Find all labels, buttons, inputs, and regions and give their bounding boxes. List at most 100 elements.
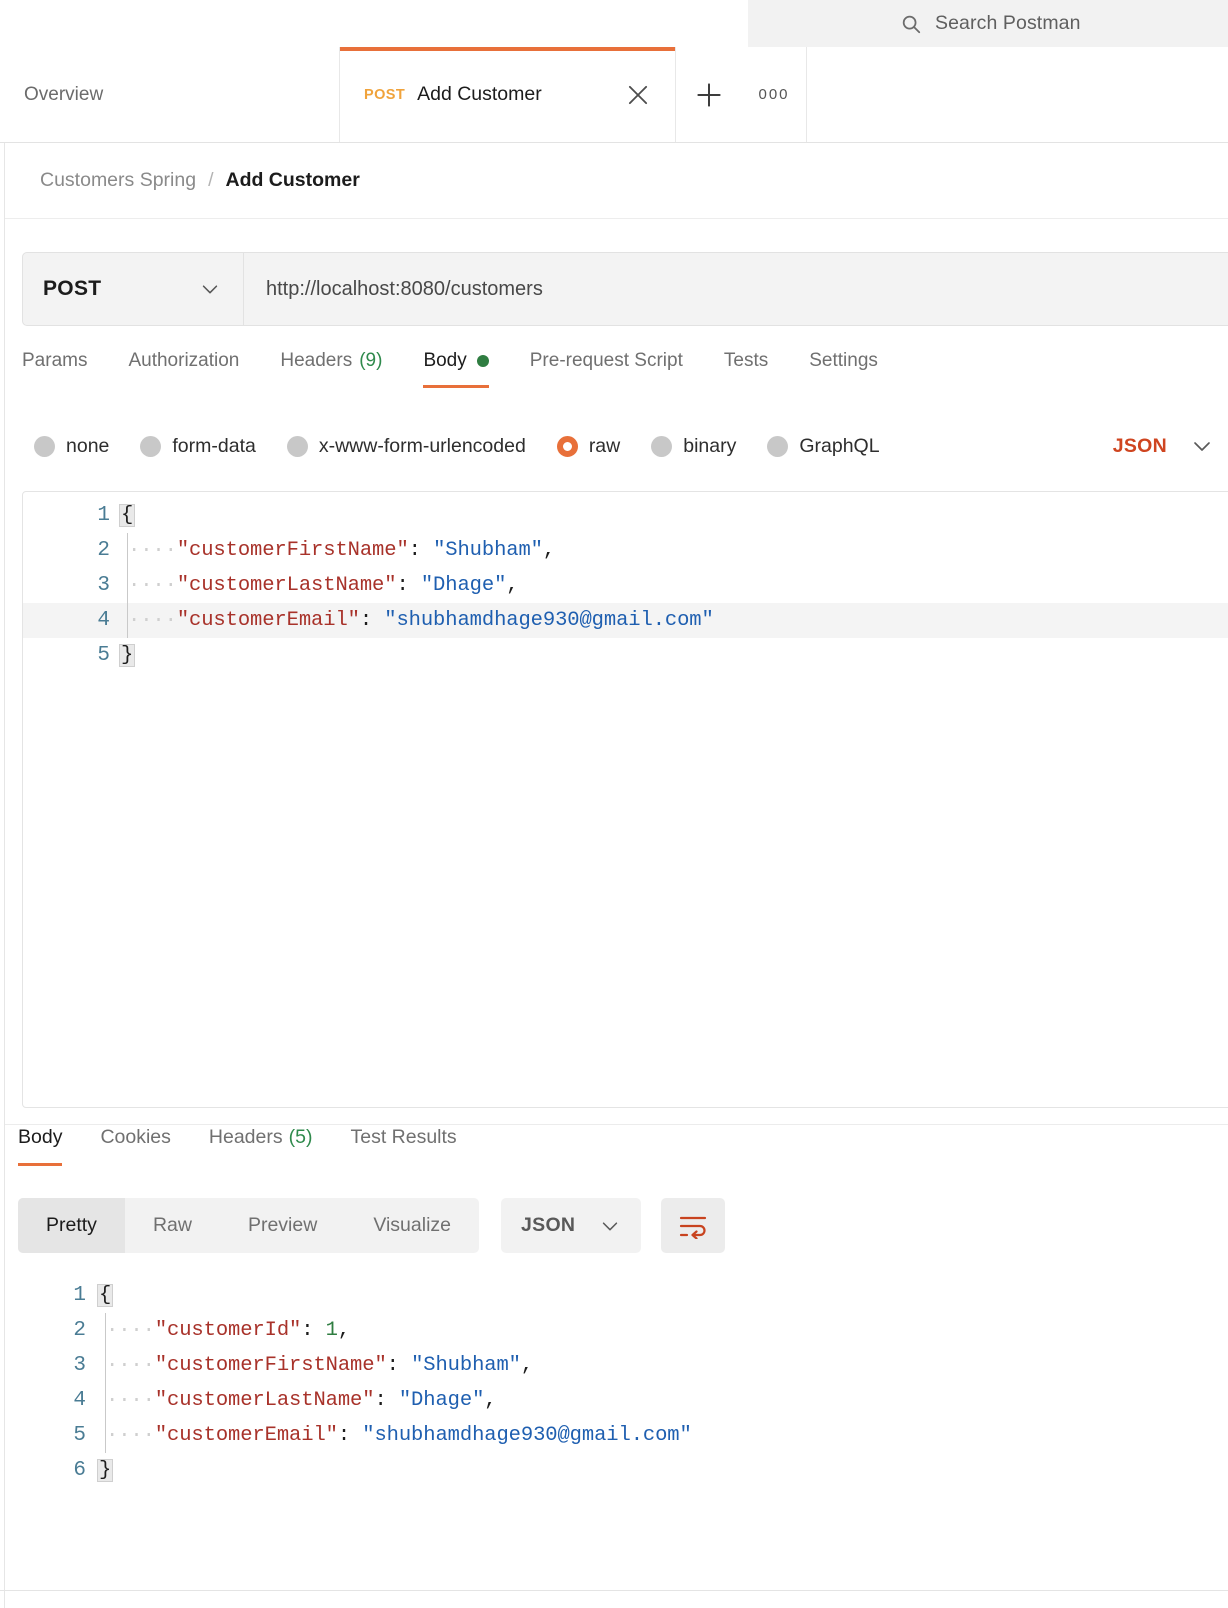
body-format-select[interactable]: JSON [1113, 434, 1228, 458]
ellipsis-icon: 000 [758, 86, 790, 103]
word-wrap-toggle-button[interactable] [661, 1198, 726, 1253]
tab-body[interactable]: Body [423, 350, 490, 388]
response-divider [5, 1124, 1228, 1125]
body-type-graphql[interactable]: GraphQL [767, 434, 880, 458]
tab-pre-request-script[interactable]: Pre-request Script [530, 350, 683, 388]
tab-strip: Overview POST Add Customer 000 [0, 47, 1228, 143]
tab-pre-request-script-label: Pre-request Script [529, 350, 683, 371]
response-view-pretty[interactable]: Pretty [18, 1198, 125, 1253]
response-tab-body[interactable]: Body [18, 1126, 63, 1166]
response-tab-headers[interactable]: Headers (5) [209, 1126, 313, 1166]
chevron-down-icon [599, 1215, 621, 1237]
close-icon[interactable] [625, 82, 651, 108]
breadcrumb-request[interactable]: Add Customer [225, 169, 359, 192]
brace-open: { [97, 1283, 114, 1308]
body-type-binary[interactable]: binary [651, 435, 736, 458]
line-content: ····"customerLastName": "Dhage", [106, 1389, 497, 1412]
code-line: 4 ····"customerLastName": "Dhage", [5, 1383, 1228, 1418]
body-type-urlencoded-label: x-www-form-urlencoded [318, 434, 526, 457]
line-content: ····"customerLastName": "Dhage", [128, 574, 519, 597]
response-view-visualize[interactable]: Visualize [345, 1198, 479, 1253]
response-format-value: JSON [521, 1214, 576, 1236]
line-content: } [97, 1458, 114, 1483]
radio-icon [140, 435, 162, 457]
word-wrap-icon [678, 1213, 708, 1239]
search-input[interactable]: Search Postman [748, 0, 1228, 47]
tab-more-options-button[interactable]: 000 [742, 47, 806, 142]
code-line: 2 ····"customerFirstName": "Shubham", [23, 533, 1228, 568]
tab-params[interactable]: Params [22, 350, 87, 388]
response-format-select[interactable]: JSON [501, 1198, 642, 1253]
code-line: 3 ····"customerFirstName": "Shubham", [5, 1348, 1228, 1383]
http-method-value: POST [43, 277, 102, 300]
url-input[interactable]: http://localhost:8080/customers [244, 252, 1228, 326]
json-value: "Dhage" [420, 574, 507, 597]
radio-icon [767, 435, 789, 457]
line-number: 3 [97, 574, 110, 597]
url-bar: POST http://localhost:8080/customers [22, 252, 1228, 326]
code-line: 2 ····"customerId": 1, [5, 1313, 1228, 1348]
json-key: "customerLastName" [176, 574, 397, 597]
code-line-active: 4 ····"customerEmail": "shubhamdhage930@… [23, 603, 1228, 638]
indent-dots: ···· [106, 1389, 155, 1412]
request-body-editor[interactable]: 1 { 2 ····"customerFirstName": "Shubham"… [22, 491, 1228, 1108]
line-content: ····"customerFirstName": "Shubham", [128, 539, 555, 562]
response-view-raw[interactable]: Raw [125, 1198, 220, 1253]
new-tab-button[interactable] [676, 47, 742, 142]
tab-params-label: Params [22, 350, 88, 371]
response-tab-cookies-label: Cookies [100, 1126, 171, 1148]
tab-tests[interactable]: Tests [724, 350, 768, 388]
body-type-none[interactable]: none [34, 435, 109, 458]
tab-settings-label: Settings [809, 350, 878, 371]
response-view-visualize-label: Visualize [373, 1214, 451, 1236]
tab-authorization[interactable]: Authorization [128, 350, 239, 388]
indent-dots: ···· [106, 1424, 155, 1447]
chevron-down-icon [199, 278, 221, 300]
tab-headers-label: Headers [280, 350, 353, 371]
response-tab-body-label: Body [18, 1126, 63, 1148]
json-value: "Shubham" [411, 1354, 521, 1377]
json-value: "shubhamdhage930@gmail.com" [384, 609, 714, 632]
json-key: "customerId" [154, 1319, 302, 1342]
json-key: "customerLastName" [154, 1389, 375, 1412]
tab-authorization-label: Authorization [128, 350, 240, 371]
line-number: 5 [73, 1424, 86, 1447]
line-content: { [119, 503, 136, 528]
body-type-raw[interactable]: raw [556, 435, 620, 458]
tab-headers[interactable]: Headers (9) [280, 350, 382, 388]
response-view-preview[interactable]: Preview [220, 1198, 345, 1253]
breadcrumb-separator: / [208, 169, 214, 191]
json-key: "customerFirstName" [176, 539, 409, 562]
json-punct: : [386, 1354, 412, 1377]
line-content: ····"customerFirstName": "Shubham", [106, 1354, 533, 1377]
response-tabs: Body Cookies Headers (5) Test Results [18, 1126, 1228, 1182]
plus-icon [694, 80, 724, 110]
response-view-switcher: Pretty Raw Preview Visualize [18, 1198, 479, 1253]
response-tab-test-results[interactable]: Test Results [350, 1126, 456, 1166]
json-value: "Dhage" [398, 1389, 485, 1412]
json-punct: : [374, 1389, 399, 1412]
line-content: ····"customerEmail": "shubhamdhage930@gm… [106, 1424, 692, 1447]
tab-overview[interactable]: Overview [0, 47, 340, 142]
request-body-code[interactable]: 1 { 2 ····"customerFirstName": "Shubham"… [23, 492, 1228, 673]
body-type-urlencoded[interactable]: x-www-form-urlencoded [286, 434, 526, 458]
code-line: 5 } [23, 638, 1228, 673]
tab-add-customer[interactable]: POST Add Customer [340, 47, 676, 142]
radio-icon [34, 435, 55, 457]
line-number: 2 [97, 539, 110, 562]
tab-settings[interactable]: Settings [809, 350, 878, 388]
indent-dots: ···· [106, 1354, 155, 1377]
json-value: "shubhamdhage930@gmail.com" [362, 1424, 692, 1447]
response-toolbar: Pretty Raw Preview Visualize JSON [18, 1198, 1228, 1253]
json-comma: , [484, 1389, 497, 1412]
line-number: 2 [73, 1319, 86, 1342]
body-type-form-data[interactable]: form-data [140, 435, 256, 458]
response-body-code[interactable]: 1 { 2 ····"customerId": 1, 3 ····"custom… [5, 1278, 1228, 1588]
body-type-graphql-label: GraphQL [799, 434, 880, 457]
http-method-select[interactable]: POST [22, 252, 244, 326]
breadcrumb-collection[interactable]: Customers Spring [40, 169, 196, 192]
line-content: ····"customerEmail": "shubhamdhage930@gm… [128, 609, 714, 632]
response-tab-cookies[interactable]: Cookies [100, 1126, 170, 1166]
body-present-dot-icon [476, 355, 489, 367]
radio-icon [651, 435, 673, 457]
